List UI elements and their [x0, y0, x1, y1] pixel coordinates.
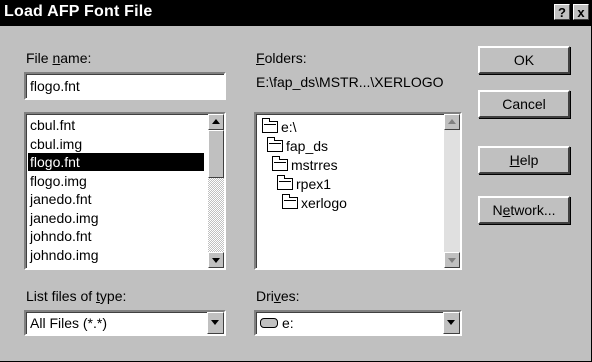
- folder-item[interactable]: xerlogo: [282, 194, 347, 212]
- file-list-item[interactable]: janedo.fnt: [28, 190, 92, 208]
- title-bar[interactable]: Load AFP Font File ? x: [0, 0, 591, 26]
- open-folder-icon: [262, 118, 278, 134]
- file-list[interactable]: cbul.fnt cbul.img flogo.fnt flogo.img janedo…: [24, 112, 226, 270]
- folder-item[interactable]: e:\: [262, 118, 297, 136]
- folder-item[interactable]: fap_ds: [267, 137, 328, 155]
- file-list-item[interactable]: flogo.fnt: [28, 153, 204, 171]
- open-folder-icon: [267, 137, 283, 153]
- drive-icon: [260, 318, 278, 329]
- open-folder-icon: [277, 175, 293, 191]
- folder-item[interactable]: mstrres: [272, 156, 338, 174]
- scroll-up-button[interactable]: [208, 114, 224, 130]
- load-afp-font-dialog: Load AFP Font File ? x File name: flogo.…: [0, 0, 592, 362]
- drives-label: Drives:: [256, 288, 300, 304]
- drives-select[interactable]: e:: [254, 310, 462, 336]
- down-arrow-icon: [448, 258, 456, 263]
- close-button[interactable]: x: [573, 4, 589, 20]
- file-list-item[interactable]: janedo.img: [28, 209, 99, 227]
- file-list-item[interactable]: cbul.fnt: [28, 116, 75, 134]
- file-type-select[interactable]: All Files (*.*): [24, 310, 226, 336]
- file-list-scrollbar[interactable]: [208, 114, 224, 268]
- network-button[interactable]: Network...: [478, 196, 570, 224]
- folder-tree-scrollbar[interactable]: [444, 114, 460, 268]
- chevron-down-icon: [447, 320, 455, 325]
- file-list-item[interactable]: cbul.img: [28, 135, 82, 153]
- file-name-value: flogo.fnt: [30, 78, 80, 94]
- file-list-item[interactable]: johndo.img: [28, 246, 99, 264]
- folder-item[interactable]: rpex1: [277, 175, 331, 193]
- drives-dropdown-button[interactable]: [443, 312, 460, 334]
- file-type-label: List files of type:: [26, 288, 127, 304]
- file-type-dropdown-button[interactable]: [207, 312, 224, 334]
- cancel-button[interactable]: Cancel: [478, 90, 570, 118]
- scroll-down-button[interactable]: [444, 252, 460, 268]
- scroll-down-button[interactable]: [208, 252, 224, 268]
- up-arrow-icon: [212, 119, 220, 124]
- chevron-down-icon: [211, 320, 219, 325]
- scroll-up-button[interactable]: [444, 114, 460, 130]
- file-type-value: All Files (*.*): [30, 315, 108, 331]
- ok-button[interactable]: OK: [478, 46, 570, 74]
- down-arrow-icon: [212, 258, 220, 263]
- help-question-button[interactable]: ?: [554, 4, 570, 20]
- folder-tree[interactable]: e:\ fap_ds mstrres rpex1 xerlogo: [254, 112, 462, 270]
- dialog-title: Load AFP Font File: [4, 3, 153, 20]
- file-name-input[interactable]: flogo.fnt: [24, 72, 226, 100]
- open-folder-icon: [272, 156, 288, 172]
- file-list-item[interactable]: flogo.img: [28, 172, 87, 190]
- file-list-item[interactable]: johndo.fnt: [28, 227, 92, 245]
- scroll-thumb[interactable]: [208, 130, 224, 178]
- help-button[interactable]: Help: [478, 146, 570, 174]
- open-folder-icon: [282, 194, 298, 210]
- up-arrow-icon: [448, 119, 456, 124]
- folders-label: Folders:: [256, 50, 307, 66]
- current-path: E:\fap_ds\MSTR...\XERLOGO: [256, 74, 444, 90]
- file-name-label: File name:: [26, 50, 92, 66]
- drives-value: e:: [260, 315, 294, 331]
